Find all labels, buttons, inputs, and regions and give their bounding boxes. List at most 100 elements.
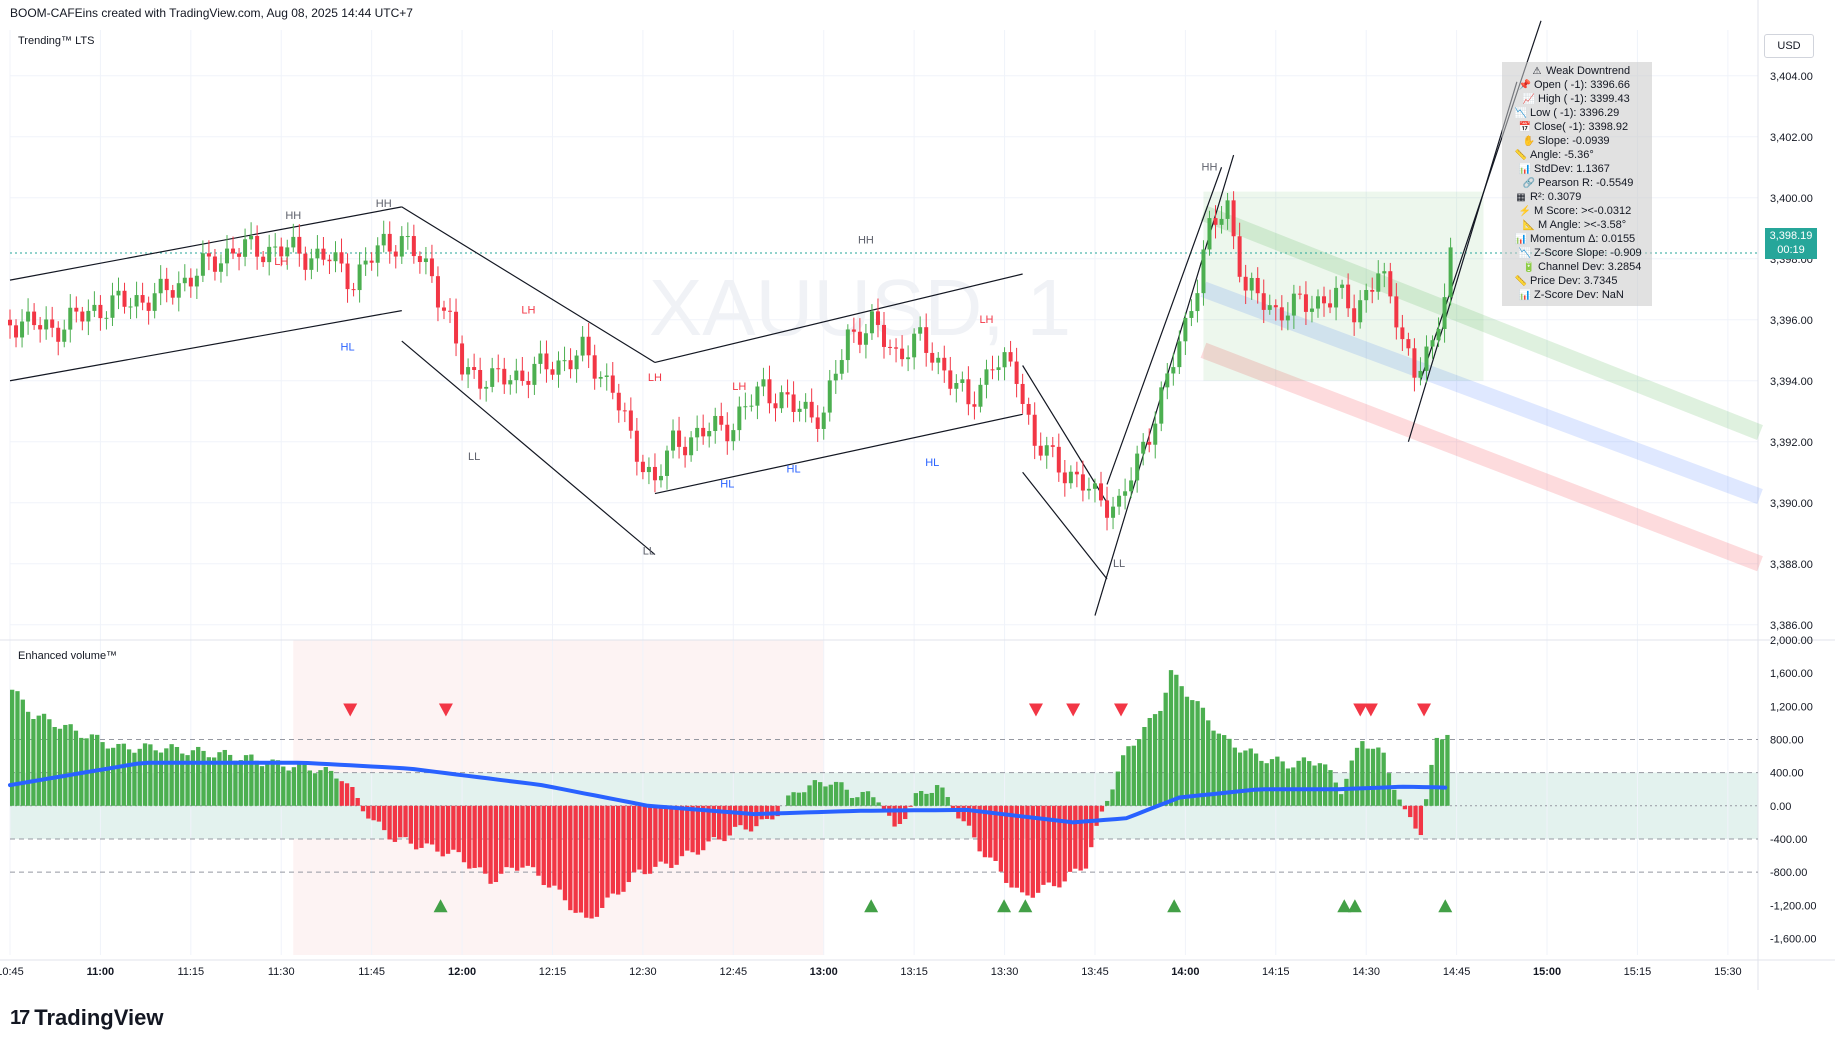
stats-row: 📐 M Angle: ><-3.58° bbox=[1502, 218, 1652, 232]
volume-bar bbox=[1067, 805, 1073, 872]
volume-bar bbox=[1009, 805, 1014, 888]
volume-bar bbox=[631, 805, 637, 873]
candle-body bbox=[1225, 200, 1230, 219]
candle-body bbox=[930, 352, 935, 363]
swing-label: LH bbox=[648, 372, 662, 384]
candle-body bbox=[1117, 495, 1122, 507]
candle-body bbox=[50, 319, 55, 328]
volume-bar bbox=[509, 805, 515, 868]
volume-bar bbox=[238, 760, 243, 806]
candle-body bbox=[1044, 445, 1049, 456]
volume-bar bbox=[653, 805, 658, 867]
volume-bar bbox=[265, 764, 270, 806]
candle-body bbox=[562, 360, 567, 362]
volume-bar bbox=[637, 805, 642, 870]
candle-body bbox=[86, 310, 91, 322]
candle-body bbox=[255, 235, 260, 257]
candle-body bbox=[267, 246, 272, 263]
candle-body bbox=[1026, 403, 1031, 415]
volume-bar bbox=[515, 805, 520, 871]
volume-bar bbox=[440, 805, 445, 857]
volume-bar bbox=[642, 805, 647, 875]
volume-bar bbox=[286, 770, 291, 806]
candle-body bbox=[936, 357, 941, 363]
volume-bar bbox=[57, 728, 63, 806]
candle-body bbox=[574, 355, 579, 370]
tradingview-logo[interactable]: 17 TradingView bbox=[10, 1005, 163, 1031]
volume-bar bbox=[695, 805, 701, 855]
stats-row: 📌 Open ( -1): 3396.66 bbox=[1502, 78, 1652, 92]
candle-body bbox=[1255, 277, 1260, 294]
volume-bar bbox=[1020, 805, 1025, 893]
volume-bar bbox=[568, 805, 573, 911]
volume-bar bbox=[435, 805, 440, 852]
candle-body bbox=[1014, 361, 1019, 384]
candle-body bbox=[658, 475, 663, 481]
volume-bar bbox=[174, 746, 180, 806]
candle-body bbox=[1129, 480, 1134, 492]
candle-body bbox=[550, 369, 555, 375]
candle-body bbox=[1237, 236, 1242, 277]
candle-body bbox=[1285, 315, 1290, 321]
candle-body bbox=[134, 295, 139, 307]
candle-body bbox=[737, 406, 742, 431]
time-axis-tick: 14:00 bbox=[1171, 966, 1199, 978]
volume-bar bbox=[259, 766, 265, 806]
candle-body bbox=[731, 430, 736, 442]
candle-body bbox=[405, 236, 410, 238]
volume-bar bbox=[355, 797, 360, 806]
candle-body bbox=[869, 311, 874, 334]
candle-body bbox=[218, 263, 223, 272]
time-axis-tick: 13:15 bbox=[900, 966, 928, 978]
candle-body bbox=[309, 258, 314, 270]
volume-pane-title: Enhanced volume™ bbox=[18, 650, 118, 662]
candle-body bbox=[441, 307, 446, 311]
candle-body bbox=[1231, 200, 1236, 237]
volume-axis-tick: -800.00 bbox=[1770, 867, 1807, 879]
candle-body bbox=[1261, 293, 1266, 310]
volume-bar bbox=[1338, 794, 1344, 806]
volume-bar bbox=[1360, 741, 1365, 806]
price-axis-tick: 3,386.00 bbox=[1770, 620, 1813, 632]
volume-bar bbox=[1051, 805, 1057, 887]
volume-bar bbox=[1248, 748, 1253, 806]
candle-body bbox=[1105, 500, 1110, 518]
candle-body bbox=[665, 450, 670, 476]
candle-body bbox=[544, 353, 549, 370]
candle-body bbox=[393, 251, 398, 257]
currency-button[interactable]: USD bbox=[1764, 34, 1814, 58]
candle-body bbox=[785, 392, 790, 395]
candle-body bbox=[1358, 300, 1363, 323]
volume-bar bbox=[685, 805, 690, 851]
volume-bar bbox=[1439, 739, 1445, 806]
stats-row: 📅 Close( -1): 3398.92 bbox=[1502, 120, 1652, 134]
time-axis-tick: 11:15 bbox=[177, 966, 204, 978]
buy-marker bbox=[997, 899, 1012, 913]
bar-chart-icon: 📊 bbox=[1514, 233, 1528, 245]
volume-bar bbox=[743, 805, 748, 830]
candle-body bbox=[1153, 423, 1158, 445]
candle-body bbox=[140, 295, 145, 303]
candle-body bbox=[695, 427, 700, 438]
volume-bar bbox=[1349, 760, 1354, 806]
ruler-icon: 📏 bbox=[1514, 149, 1528, 161]
volume-bar bbox=[41, 713, 47, 806]
candle-body bbox=[472, 367, 477, 370]
time-axis-tick: 11:45 bbox=[358, 966, 385, 978]
sell-marker bbox=[1028, 703, 1043, 717]
candle-body bbox=[1159, 387, 1164, 424]
volume-bar bbox=[589, 805, 594, 919]
volume-bar bbox=[584, 805, 589, 918]
volume-bar bbox=[424, 805, 429, 844]
price-axis-tick: 3,404.00 bbox=[1770, 71, 1813, 83]
stats-row-text: Z-Score Slope: -0.909 bbox=[1534, 247, 1642, 259]
volume-bar bbox=[1232, 747, 1237, 806]
volume-bar bbox=[270, 759, 275, 806]
volume-bar bbox=[823, 786, 828, 806]
candle-body bbox=[1406, 339, 1411, 349]
candle-body bbox=[942, 357, 947, 371]
candle-body bbox=[1074, 471, 1079, 475]
candle-body bbox=[809, 401, 814, 418]
candle-body bbox=[833, 373, 838, 381]
calendar-icon: 📅 bbox=[1518, 121, 1532, 133]
